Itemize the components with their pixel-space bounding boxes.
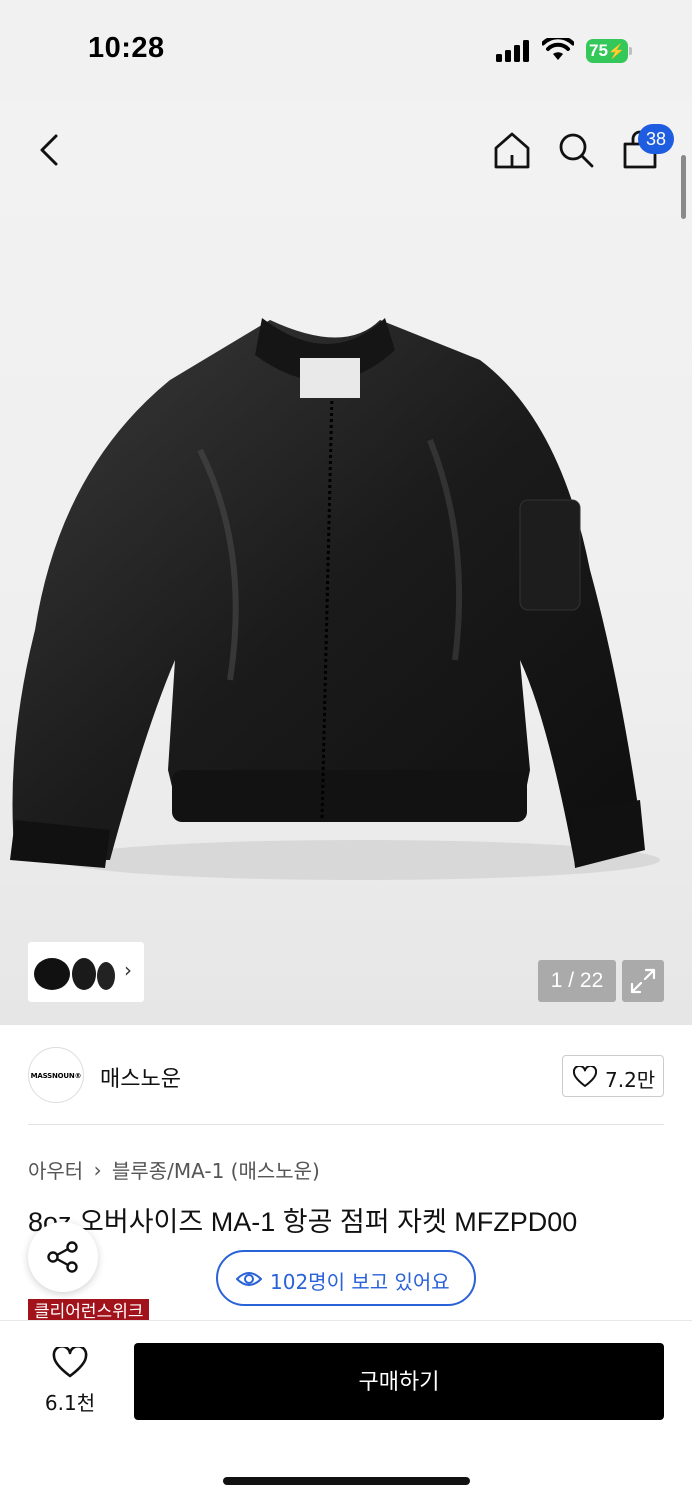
viewers-text: 102명이 보고 있어요: [270, 1270, 450, 1294]
search-icon[interactable]: [556, 130, 596, 170]
brand-row[interactable]: MASSNOUN® 매스노운 7.2만: [0, 1025, 692, 1125]
expand-icon[interactable]: [622, 960, 664, 1002]
product-title: 8oz 오버사이즈 MA-1 항공 점퍼 자켓 MFZPD00: [28, 1207, 578, 1237]
product-image: [10, 318, 660, 880]
chevron-right-icon: ›: [93, 1157, 102, 1182]
product-gallery[interactable]: 38 › 1 / 22: [0, 100, 692, 1025]
promo-tag: 클리어런스위크: [28, 1299, 150, 1321]
heart-icon: [573, 1066, 597, 1087]
signal-icon: [496, 40, 529, 62]
brand-logo[interactable]: MASSNOUN®: [28, 1047, 84, 1103]
home-icon[interactable]: [492, 130, 532, 170]
brand-like-button[interactable]: 7.2만: [562, 1055, 664, 1097]
image-counter: 1 / 22: [538, 960, 616, 1002]
viewers-badge: 102명이 보고 있어요: [216, 1250, 476, 1306]
thumbnail-strip[interactable]: ›: [28, 942, 144, 1002]
battery-level: 75⚡: [586, 39, 628, 63]
home-indicator[interactable]: [223, 1477, 470, 1485]
breadcrumb-subcategory[interactable]: 블루종/MA-1 (매스노운): [112, 1159, 320, 1183]
wish-count: 6.1천: [44, 1391, 96, 1415]
brand-name[interactable]: 매스노운: [100, 1061, 181, 1093]
status-time: 10:28: [88, 32, 165, 64]
heart-icon[interactable]: [52, 1347, 88, 1379]
breadcrumb-category[interactable]: 아우터: [28, 1159, 83, 1183]
chevron-right-icon[interactable]: ›: [124, 958, 132, 982]
share-button[interactable]: [28, 1222, 98, 1292]
bottom-action-bar: 6.1천 구매하기: [0, 1320, 692, 1500]
breadcrumb: 아우터 › 블루종/MA-1 (매스노운): [28, 1155, 320, 1184]
brand-like-count: 7.2만: [605, 1068, 656, 1092]
wifi-icon: [542, 38, 574, 60]
eye-icon: [236, 1272, 262, 1286]
back-icon[interactable]: [30, 128, 70, 172]
status-bar: 10:28 75⚡: [0, 0, 692, 100]
divider: [28, 1124, 664, 1125]
battery-icon: 75⚡: [586, 39, 632, 63]
thumbnail-image[interactable]: [32, 950, 118, 996]
cart-count-badge: 38: [638, 124, 674, 154]
buy-button[interactable]: 구매하기: [134, 1343, 664, 1420]
scrollbar[interactable]: [681, 155, 686, 219]
share-icon: [47, 1241, 78, 1273]
